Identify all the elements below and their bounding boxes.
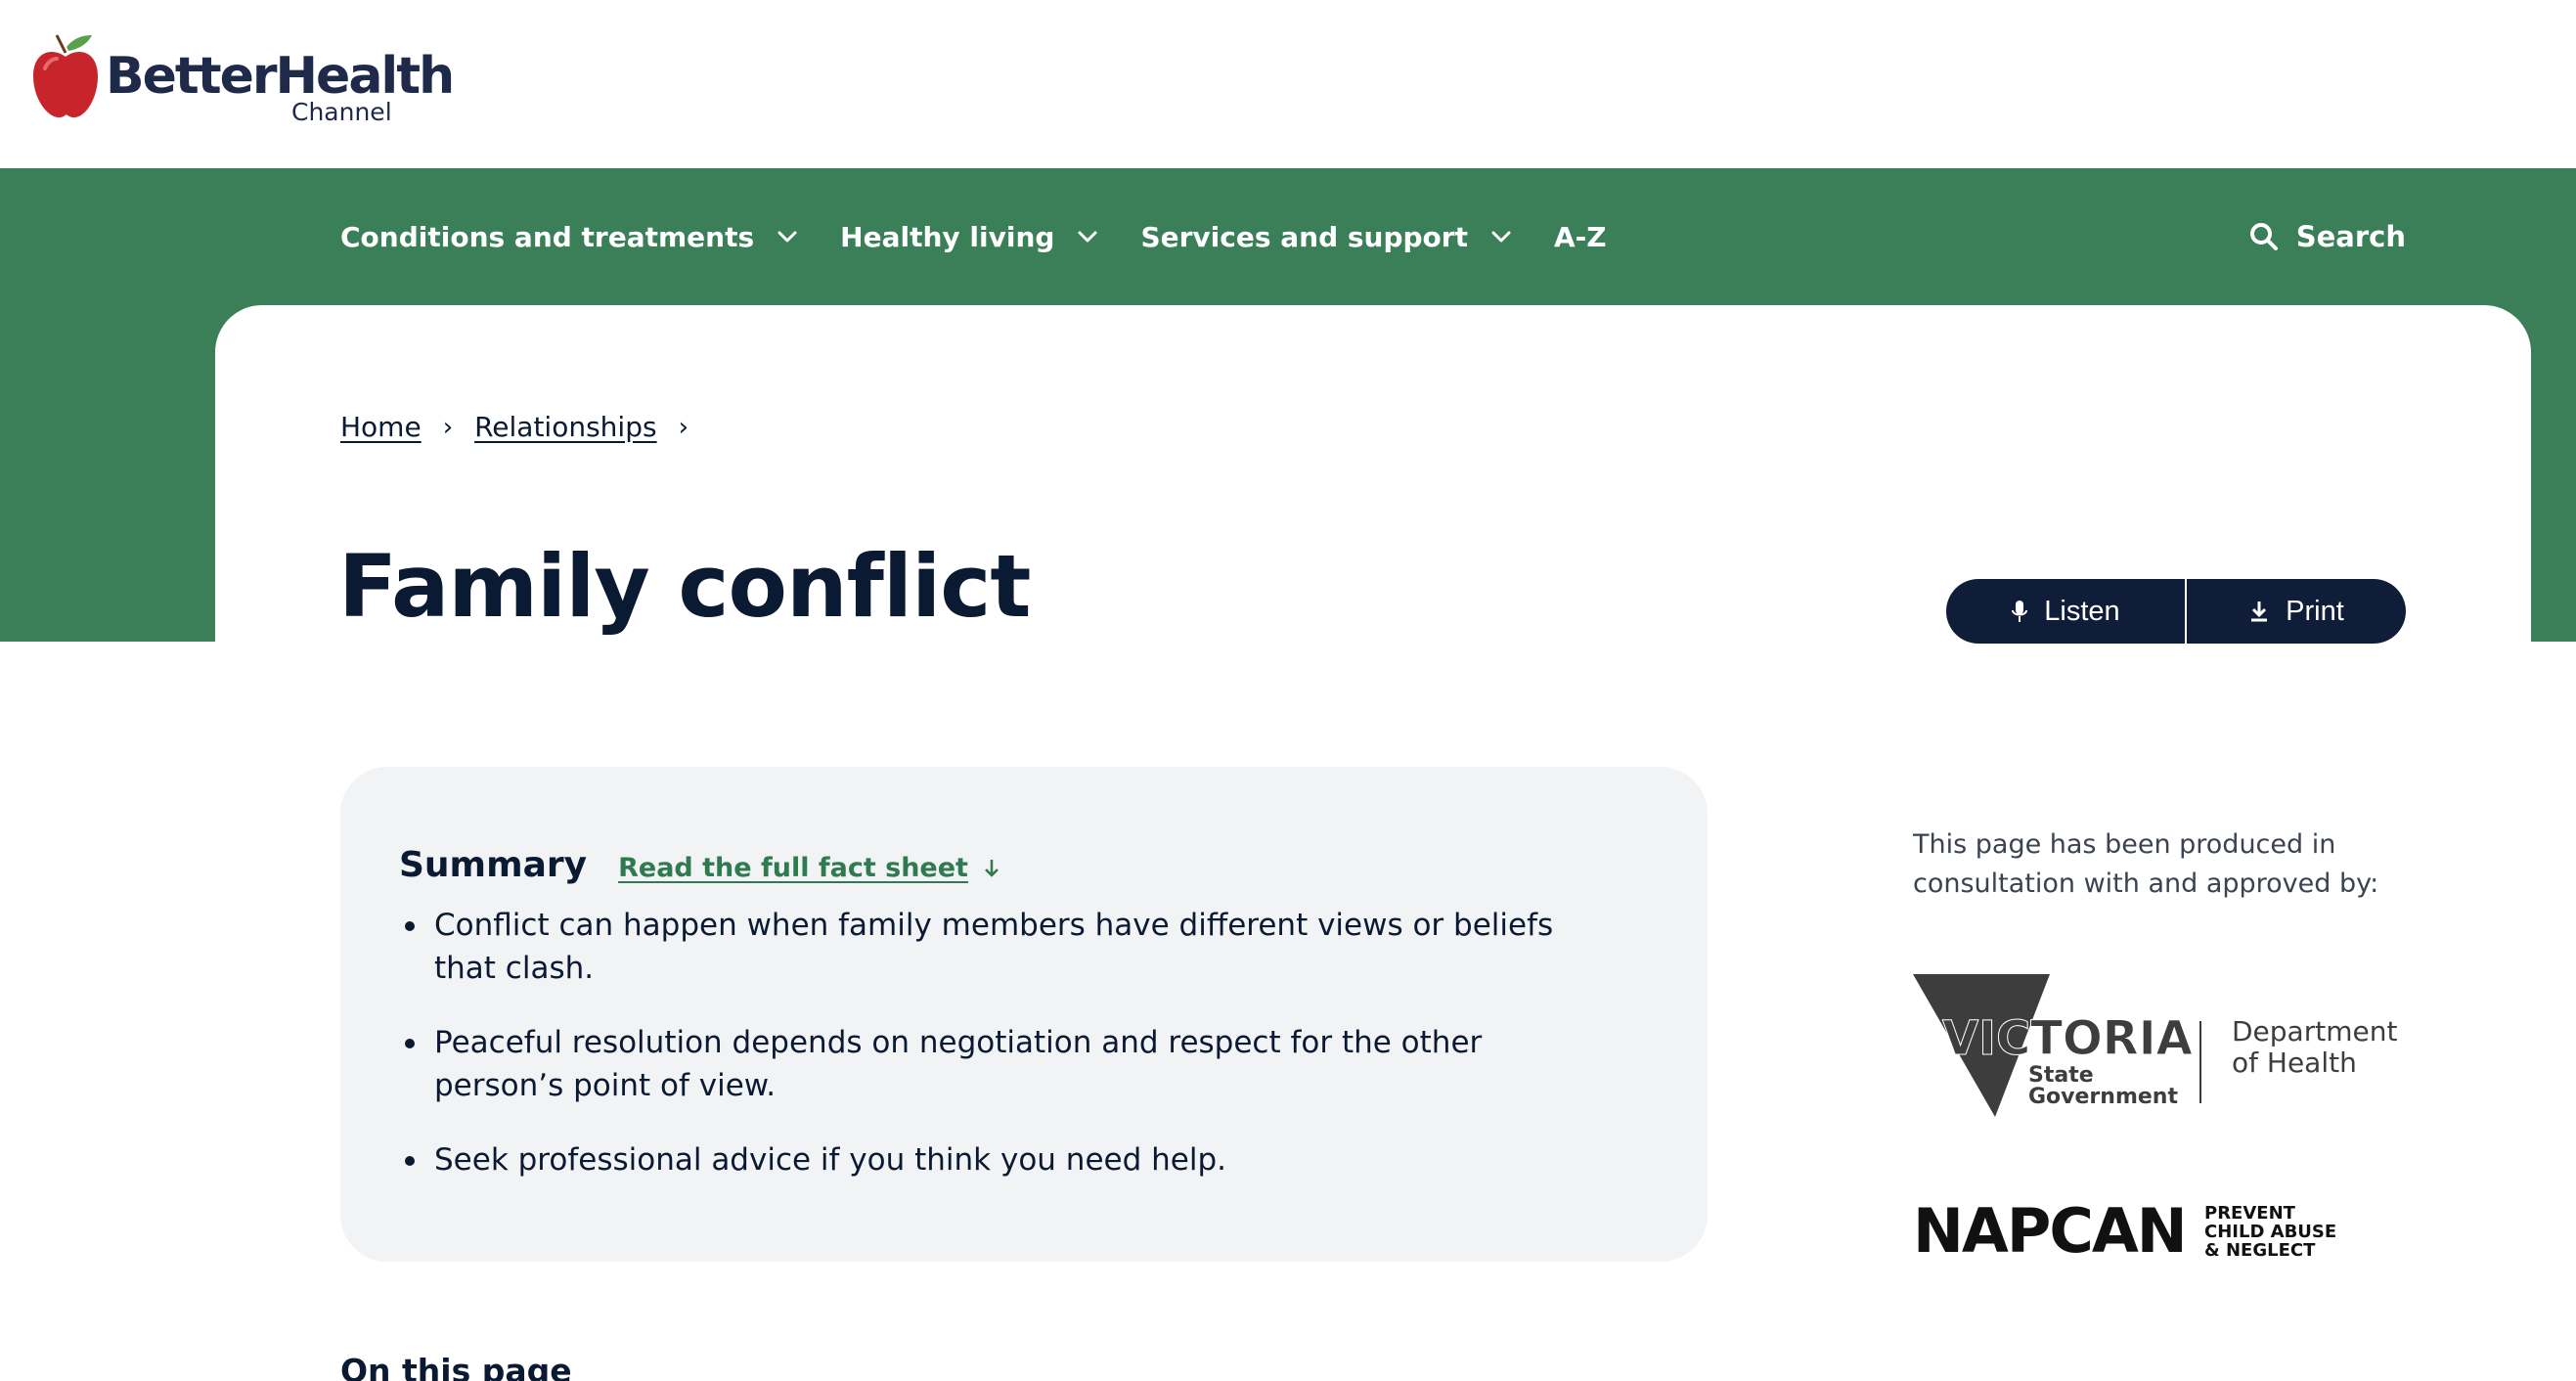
chevron-down-icon [777, 231, 797, 243]
listen-label: Listen [2044, 595, 2120, 627]
search-icon [2249, 223, 2278, 250]
vic-logo-government: Government [2028, 1085, 2178, 1109]
nav-item-a-z[interactable]: A-Z [1554, 221, 1607, 253]
read-full-fact-sheet-link[interactable]: Read the full fact sheet [618, 853, 1001, 883]
nav-item-label: A-Z [1554, 220, 1607, 253]
listen-button[interactable]: Listen [1946, 579, 2185, 644]
summary-title: Summary [399, 845, 588, 885]
summary-header: Summary Read the full fact sheet [399, 845, 1001, 885]
napcan-line3: & NEGLECT [2204, 1240, 2316, 1261]
logo-wordmark: BetterHealth Channel [106, 47, 455, 135]
better-health-logo[interactable]: BetterHealth Channel [31, 29, 455, 127]
summary-list-item: Conflict can happen when family members … [399, 904, 1573, 990]
napcan-name: NAPCAN [1913, 1195, 2186, 1262]
vic-logo-dept-line1: Department [2232, 1015, 2397, 1047]
logo-main-text: BetterHealth [106, 47, 455, 106]
nav-item-conditions[interactable]: Conditions and treatments [340, 221, 799, 253]
on-this-page-heading: On this page [340, 1352, 572, 1381]
page-actions: Listen Print [1946, 579, 2406, 644]
print-button[interactable]: Print [2187, 579, 2406, 644]
napcan-logo[interactable]: NAPCAN PREVENT CHILD ABUSE & NEGLECT [1913, 1193, 2343, 1267]
napcan-line1: PREVENT [2204, 1203, 2296, 1224]
download-icon [2251, 601, 2268, 622]
breadcrumb-separator: › [678, 412, 688, 442]
page-title: Family conflict [338, 536, 1031, 637]
search-button[interactable]: Search [2249, 168, 2406, 305]
nav-item-services[interactable]: Services and support [1140, 221, 1513, 253]
chevron-down-icon [1491, 231, 1511, 243]
nav-item-label: Conditions and treatments [340, 220, 755, 253]
breadcrumb: Home › Relationships › [340, 411, 710, 443]
arrow-down-icon [985, 859, 999, 877]
search-label: Search [2295, 220, 2406, 253]
nav-item-label: Services and support [1140, 220, 1468, 253]
vic-logo-dept-line2: of Health [2232, 1047, 2357, 1079]
summary-list-item: Seek professional advice if you think yo… [399, 1138, 1573, 1181]
site-header: BetterHealth Channel [0, 0, 2576, 168]
logo-sub-text: Channel [291, 98, 392, 126]
summary-box: Summary Read the full fact sheet Conflic… [340, 767, 1708, 1262]
main-nav: Conditions and treatments Healthy living… [340, 168, 2406, 305]
breadcrumb-separator: › [442, 412, 454, 442]
summary-list: Conflict can happen when family members … [399, 904, 1573, 1213]
breadcrumb-home-link[interactable]: Home [340, 411, 422, 443]
chevron-down-icon [1078, 231, 1097, 243]
breadcrumb-relationships-link[interactable]: Relationships [474, 411, 656, 443]
approval-note: This page has been produced in consultat… [1913, 829, 2379, 899]
apple-logo-icon [31, 29, 100, 119]
victoria-department-of-health-logo[interactable]: VICTORIA State Government Department of … [1913, 972, 2412, 1125]
summary-list-item: Peaceful resolution depends on negotiati… [399, 1021, 1573, 1107]
napcan-line2: CHILD ABUSE [2204, 1222, 2336, 1242]
nav-item-healthy-living[interactable]: Healthy living [840, 221, 1099, 253]
microphone-icon [2012, 601, 2028, 622]
summary-link-label: Read the full fact sheet [618, 853, 968, 883]
vic-logo-name: VICTORIA [1942, 1011, 2193, 1066]
nav-item-label: Healthy living [840, 220, 1055, 253]
print-label: Print [2286, 595, 2344, 627]
